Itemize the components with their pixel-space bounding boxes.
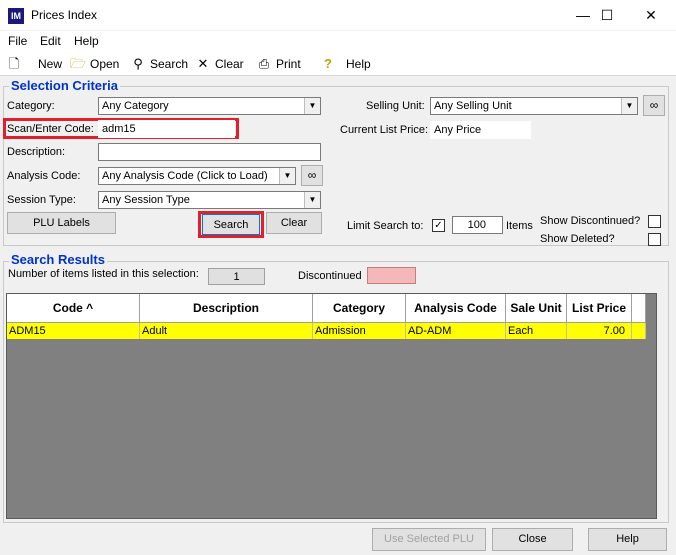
help-question-icon: ? [324,56,332,71]
app-icon: IM [8,8,24,24]
selling-unit-value: Any Selling Unit [434,100,512,112]
limit-search-label: Limit Search to: [347,220,424,232]
discontinued-color-swatch [367,267,416,284]
discontinued-legend-label: Discontinued [298,270,362,282]
toolbar-clear-label: Clear [215,57,244,71]
analysis-lookup-button[interactable]: ∞ [301,165,323,186]
chevron-down-icon[interactable]: ▼ [279,168,295,184]
search-results-title: Search Results [9,252,107,267]
plu-labels-button[interactable]: PLU Labels [7,212,116,234]
close-window-button[interactable]: ✕ [628,0,674,31]
category-combo[interactable]: Any Category ▼ [98,97,321,115]
menu-edit[interactable]: Edit [40,34,61,48]
limit-search-checkbox[interactable]: ✓ [432,219,445,232]
column-header-list-price[interactable]: List Price [567,294,632,323]
window-title: Prices Index [31,8,98,22]
analysis-code-label: Analysis Code: [7,170,81,182]
column-header-code[interactable]: Code ^ [7,294,140,323]
session-type-value: Any Session Type [102,194,190,206]
current-list-price-label: Current List Price: [340,124,429,136]
selling-unit-combo[interactable]: Any Selling Unit ▼ [430,97,638,115]
items-label: Items [506,220,533,232]
results-grid[interactable]: Code ^ Description Category Analysis Cod… [6,293,657,519]
show-deleted-checkbox[interactable] [648,233,661,246]
cell-sale-unit[interactable]: Each [506,323,567,339]
new-document-icon: 🗋 [8,56,20,71]
current-list-price-input[interactable]: Any Price [430,121,531,139]
menu-bar [0,31,676,51]
cell-description[interactable]: Adult [140,323,313,339]
column-header-filler [632,294,646,323]
menu-file[interactable]: File [8,34,27,48]
open-folder-icon: 🗁 [70,56,87,71]
selection-criteria-title: Selection Criteria [9,78,120,93]
scan-code-input[interactable]: adm15 [98,120,235,138]
item-count-value: 1 [208,268,265,285]
category-value: Any Category [102,100,169,112]
use-selected-plu-button[interactable]: Use Selected PLU [372,528,486,551]
menu-help[interactable]: Help [74,34,99,48]
chevron-down-icon[interactable]: ▼ [304,98,320,114]
analysis-code-combo[interactable]: Any Analysis Code (Click to Load) ▼ [98,167,296,185]
column-header-description[interactable]: Description [140,294,313,323]
description-label: Description: [7,146,66,158]
toolbar-search-button[interactable]: ⚲ Search [130,55,188,72]
cell-code[interactable]: ADM15 [7,323,140,339]
clear-x-icon: ✕ [197,56,209,71]
selling-unit-lookup-button[interactable]: ∞ [643,95,665,116]
chevron-down-icon[interactable]: ▼ [621,98,637,114]
printer-icon: ⎙ [258,56,270,71]
show-discontinued-checkbox[interactable] [648,215,661,228]
new-button[interactable]: 🗋 New [6,55,62,72]
open-button[interactable]: 🗁 Open [70,55,119,72]
cell-category[interactable]: Admission [313,323,406,339]
cell-list-price[interactable]: 7.00 [567,323,632,339]
maximize-button[interactable]: ☐ [584,0,630,31]
binoculars-icon: ∞ [307,168,317,182]
item-count-label: Number of items listed in this selection… [8,268,199,280]
selling-unit-label: Selling Unit: [366,100,425,112]
scan-code-label: Scan/Enter Code: [7,123,94,135]
toolbar-help-button[interactable]: ? Help [320,55,371,72]
search-button[interactable]: Search [202,214,260,235]
close-button[interactable]: Close [492,528,573,551]
chevron-down-icon[interactable]: ▼ [304,192,320,208]
new-label: New [38,57,63,71]
toolbar-help-label: Help [346,57,371,71]
binoculars-icon: ∞ [649,98,659,112]
category-label: Category: [7,100,55,112]
cell-analysis-code[interactable]: AD-ADM [406,323,506,339]
analysis-code-value: Any Analysis Code (Click to Load) [102,170,268,182]
help-button[interactable]: Help [588,528,667,551]
open-label: Open [90,57,120,71]
print-label: Print [276,57,301,71]
column-header-category[interactable]: Category [313,294,406,323]
binoculars-icon: ⚲ [133,56,143,71]
description-input[interactable] [98,143,321,161]
cell-filler [632,323,646,339]
toolbar-clear-button[interactable]: ✕ Clear [195,55,244,72]
print-button[interactable]: ⎙ Print [256,55,301,72]
show-discontinued-label: Show Discontinued? [540,215,641,227]
column-header-sale-unit[interactable]: Sale Unit [506,294,567,323]
show-deleted-label: Show Deleted? [540,233,615,245]
toolbar-search-label: Search [150,57,189,71]
limit-items-input[interactable]: 100 [452,216,503,234]
column-header-analysis-code[interactable]: Analysis Code [406,294,506,323]
session-type-label: Session Type: [7,194,76,206]
clear-button[interactable]: Clear [266,212,322,234]
session-type-combo[interactable]: Any Session Type ▼ [98,191,321,209]
